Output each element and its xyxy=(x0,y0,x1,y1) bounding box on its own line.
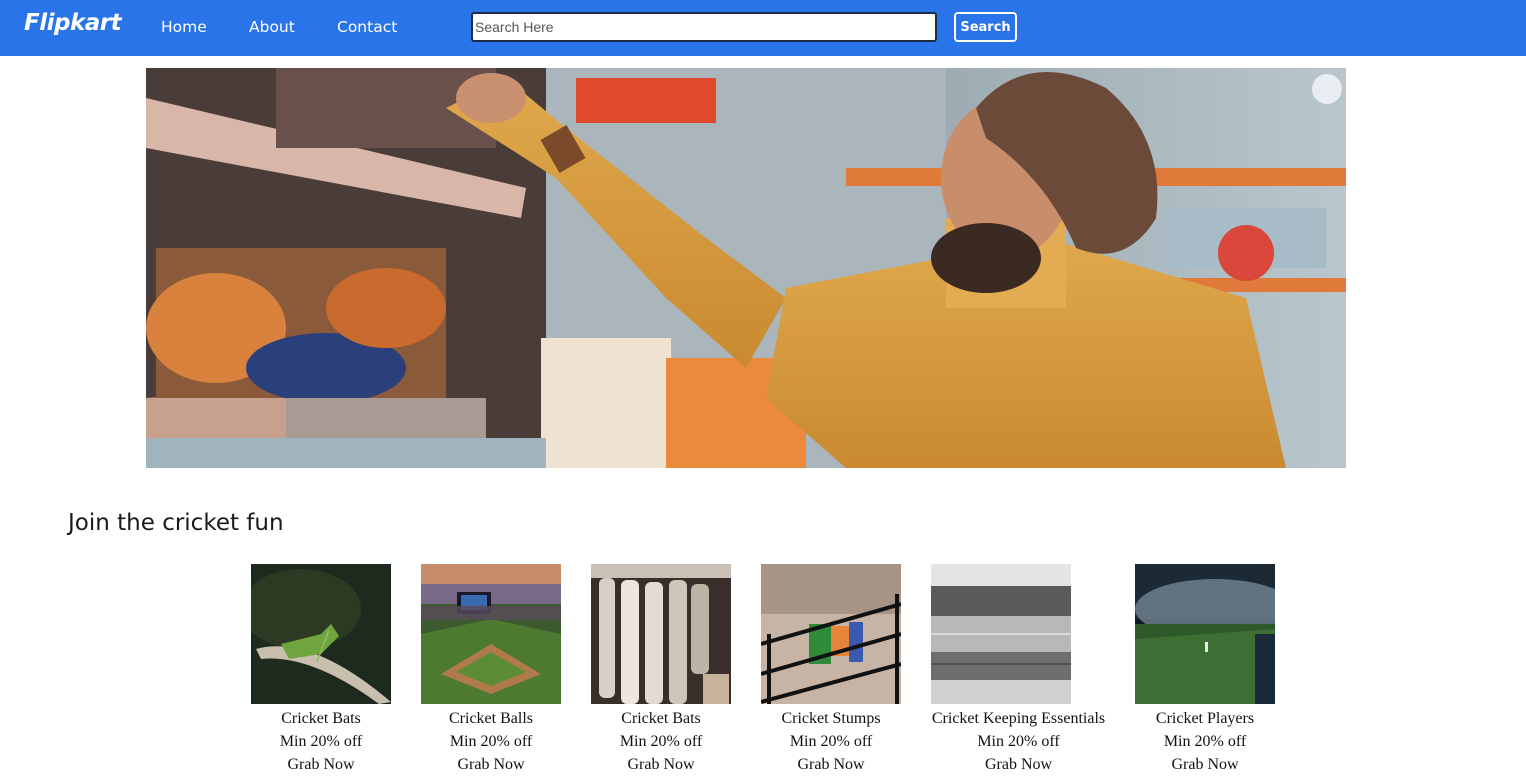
product-image[interactable] xyxy=(1135,564,1275,704)
product-image[interactable] xyxy=(421,564,561,704)
product-image[interactable] xyxy=(251,564,391,704)
product-name: Cricket Bats xyxy=(621,710,701,727)
product-offer: Min 20% off xyxy=(1163,733,1247,750)
product-name: Cricket Balls xyxy=(449,710,533,727)
product-offer: Min 20% off xyxy=(789,733,873,750)
product-image[interactable] xyxy=(931,564,1071,704)
product-card[interactable]: Cricket Players Min 20% off Grab Now xyxy=(1135,564,1275,776)
nav-about-link[interactable]: About xyxy=(249,18,295,36)
hero-banner-image xyxy=(146,68,1346,468)
product-offer: Min 20% off xyxy=(977,733,1060,750)
product-name: Cricket Bats xyxy=(281,710,361,727)
product-card[interactable]: Cricket Stumps Min 20% off Grab Now xyxy=(761,564,901,776)
product-image[interactable] xyxy=(761,564,901,704)
brand-logo[interactable]: Flipkart xyxy=(24,10,122,36)
nav-home-link[interactable]: Home xyxy=(161,18,207,36)
search-input[interactable] xyxy=(471,12,937,42)
product-offer: Min 20% off xyxy=(449,733,533,750)
product-name: Cricket Players xyxy=(1155,710,1255,727)
grab-now-link[interactable]: Grab Now xyxy=(251,753,391,776)
product-card[interactable]: Cricket Bats Min 20% off Grab Now xyxy=(591,564,731,776)
grab-now-link[interactable]: Grab Now xyxy=(931,753,1106,776)
product-card[interactable]: Cricket Bats Min 20% off Grab Now xyxy=(251,564,391,776)
grab-now-link[interactable]: Grab Now xyxy=(421,753,561,776)
grab-now-link[interactable]: Grab Now xyxy=(591,753,731,776)
product-image[interactable] xyxy=(591,564,731,704)
section-title: Join the cricket fun xyxy=(68,510,284,536)
product-card[interactable]: Cricket Balls Min 20% off Grab Now xyxy=(421,564,561,776)
product-offer: Min 20% off xyxy=(619,733,703,750)
product-offer: Min 20% off xyxy=(279,733,363,750)
grab-now-link[interactable]: Grab Now xyxy=(1135,753,1275,776)
navbar: Flipkart Home About Contact Search xyxy=(0,0,1526,56)
product-name: Cricket Stumps xyxy=(781,710,881,727)
nav-contact-link[interactable]: Contact xyxy=(337,18,397,36)
search-button[interactable]: Search xyxy=(954,12,1017,42)
product-card[interactable]: Cricket Keeping Essentials Min 20% off G… xyxy=(931,564,1106,776)
grab-now-link[interactable]: Grab Now xyxy=(761,753,901,776)
product-name: Cricket Keeping Essentials xyxy=(931,710,1106,727)
visual-search-icon[interactable] xyxy=(1312,74,1342,104)
